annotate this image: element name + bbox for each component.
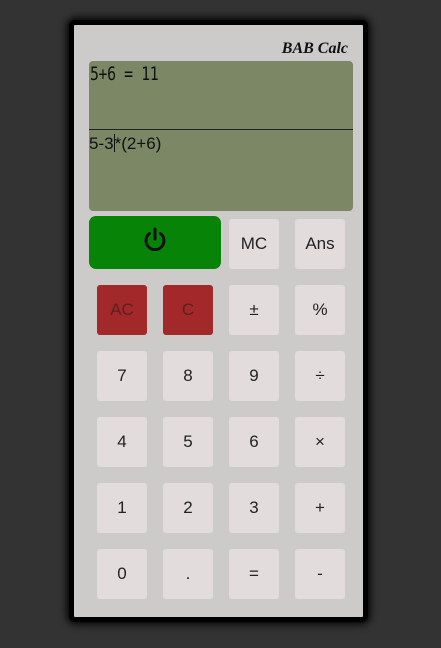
digit-5-button[interactable]: 5	[163, 417, 213, 467]
digit-2-button[interactable]: 2	[163, 483, 213, 533]
display-divider	[89, 129, 353, 130]
digit-4-button[interactable]: 4	[97, 417, 147, 467]
digit-7-button[interactable]: 7	[97, 351, 147, 401]
plus-minus-button[interactable]: ±	[229, 285, 279, 335]
equals-button[interactable]: =	[229, 549, 279, 599]
decimal-point-button[interactable]: .	[163, 549, 213, 599]
calculator-display: 5+6 = 11 5-3*(2+6)	[89, 61, 353, 211]
digit-9-button[interactable]: 9	[229, 351, 279, 401]
multiply-button[interactable]: ×	[295, 417, 345, 467]
brand-title: BAB Calc	[281, 40, 348, 57]
memory-clear-button[interactable]: MC	[229, 219, 279, 269]
digit-0-button[interactable]: 0	[97, 549, 147, 599]
digit-6-button[interactable]: 6	[229, 417, 279, 467]
power-icon	[141, 226, 169, 259]
divide-button[interactable]: ÷	[295, 351, 345, 401]
expression-after-caret: *(2+6)	[114, 134, 162, 153]
expression-input[interactable]: 5-3*(2+6)	[89, 133, 353, 209]
digit-8-button[interactable]: 8	[163, 351, 213, 401]
digit-1-button[interactable]: 1	[97, 483, 147, 533]
all-clear-button[interactable]: AC	[97, 285, 147, 335]
calculator: BAB Calc 5+6 = 11 5-3*(2+6) MC Ans AC C …	[69, 20, 368, 622]
expression-before-caret: 5-3	[89, 134, 114, 153]
plus-button[interactable]: +	[295, 483, 345, 533]
digit-3-button[interactable]: 3	[229, 483, 279, 533]
power-button[interactable]	[89, 216, 221, 269]
clear-button[interactable]: C	[163, 285, 213, 335]
answer-button[interactable]: Ans	[295, 219, 345, 269]
minus-button[interactable]: -	[295, 549, 345, 599]
result-line: 5+6 = 11	[90, 63, 159, 85]
percent-button[interactable]: %	[295, 285, 345, 335]
